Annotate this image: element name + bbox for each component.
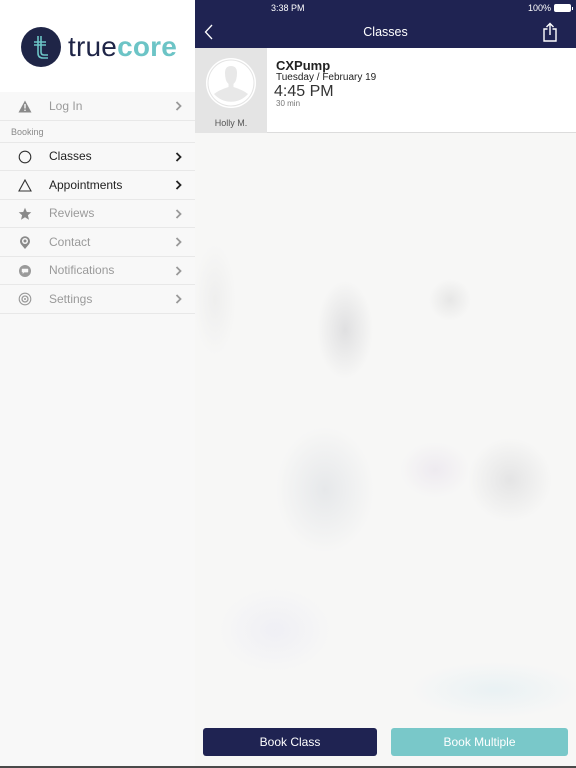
chevron-right-icon (175, 101, 182, 111)
sidebar-item-label: Classes (49, 149, 92, 164)
sidebar-item-reviews[interactable]: Reviews (0, 199, 195, 228)
sidebar-item-settings[interactable]: Settings (0, 285, 195, 314)
chevron-right-icon (175, 151, 182, 162)
sidebar-item-label: Contact (49, 234, 91, 249)
sidebar-item-label: Notifications (49, 263, 115, 278)
star-icon (17, 206, 33, 222)
sidebar-item-notifications[interactable]: Notifications (0, 256, 195, 285)
sidebar-item-label: Settings (49, 291, 93, 306)
sidebar-item-contact[interactable]: Contact (0, 228, 195, 257)
instructor-panel: Holly M. (195, 48, 267, 133)
sidebar-item-label: Log In (49, 98, 83, 113)
logo-wordmark: truecore (68, 31, 178, 62)
class-date: Tuesday / February 19 (276, 72, 377, 83)
class-duration: 30 min (276, 99, 301, 108)
circle-icon (17, 149, 33, 165)
chevron-right-icon (175, 265, 182, 276)
sidebar-item-log-in[interactable]: Log In (0, 92, 195, 121)
avatar-placeholder-icon (206, 58, 256, 108)
gear-icon (17, 291, 33, 307)
page-title: Classes (363, 25, 408, 39)
warning-icon (17, 98, 33, 114)
location-pin-icon (17, 234, 33, 250)
sidebar-item-classes[interactable]: Classes (0, 142, 195, 171)
sidebar-item-label: Reviews (49, 206, 95, 221)
class-name: CXPump (276, 58, 331, 73)
sidebar: truecore Log In Booking Classes Appointm… (0, 0, 195, 768)
sidebar-item-label: Appointments (49, 177, 123, 192)
navigation-bar: Classes (195, 16, 576, 48)
class-card[interactable]: Holly M. CXPump Tuesday / February 19 4:… (195, 48, 576, 133)
status-bar: 3:38 PM 100% (195, 0, 576, 16)
chevron-right-icon (175, 208, 182, 219)
chevron-right-icon (175, 180, 182, 190)
book-multiple-button[interactable]: Book Multiple (391, 728, 568, 756)
status-time: 3:38 PM (271, 3, 305, 13)
book-class-button[interactable]: Book Class (203, 728, 377, 756)
sidebar-item-appointments[interactable]: Appointments (0, 171, 195, 200)
chevron-right-icon (175, 237, 182, 247)
chevron-right-icon (175, 294, 182, 304)
instructor-name: Holly M. (214, 118, 248, 128)
logo-monogram-icon (21, 27, 61, 67)
main-panel: 3:38 PM 100% Classes Holly M. CXPump Tue… (195, 0, 576, 768)
battery-icon (554, 4, 573, 12)
section-label-booking: Booking (0, 120, 195, 143)
logo: truecore (0, 0, 195, 92)
chat-bubble-icon (17, 263, 33, 279)
triangle-icon (17, 177, 33, 193)
share-icon[interactable] (542, 22, 558, 42)
battery-percent: 100% (527, 3, 551, 13)
